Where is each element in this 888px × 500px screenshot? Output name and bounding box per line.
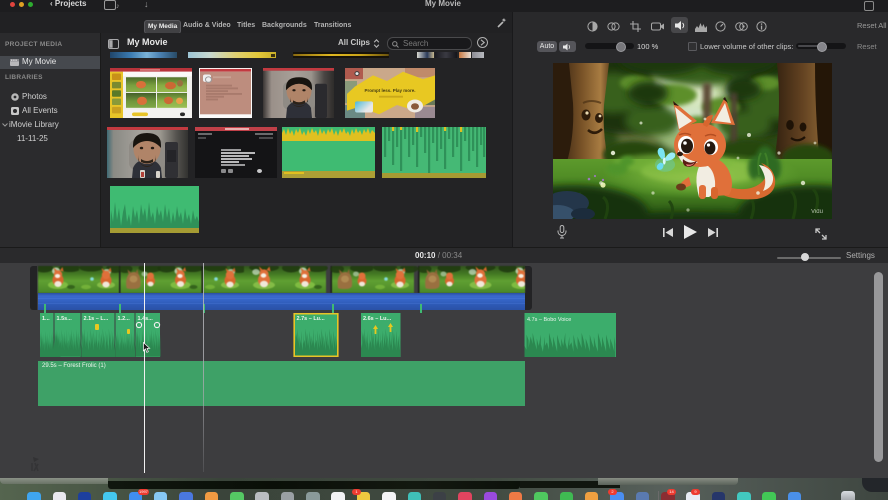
svg-text:1.2...: 1.2... — [118, 316, 131, 322]
svg-text:1.4s...: 1.4s... — [138, 316, 154, 322]
svg-text:4.7s – Bobo Voice: 4.7s – Bobo Voice — [527, 317, 571, 323]
svg-text:Vidu: Vidu — [811, 209, 823, 215]
svg-text:1.5s...: 1.5s... — [57, 316, 73, 322]
svg-text:2.6s – Lu...: 2.6s – Lu... — [363, 316, 392, 322]
svg-text:2.7s – Lu...: 2.7s – Lu... — [297, 316, 326, 322]
svg-text:1...: 1... — [42, 316, 50, 322]
svg-text:2.1s – L...: 2.1s – L... — [84, 316, 109, 322]
